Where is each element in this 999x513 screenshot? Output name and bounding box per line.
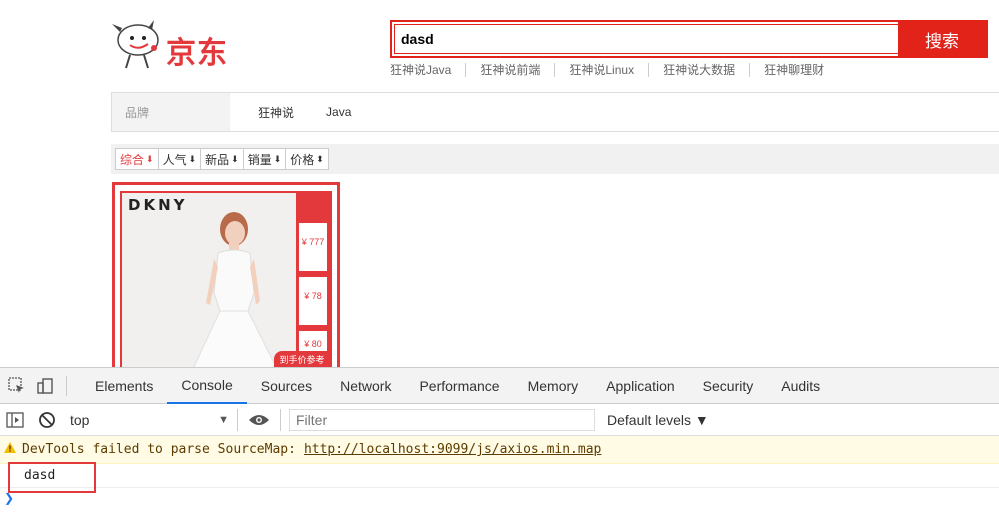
brand-option-java[interactable]: Java [326, 105, 351, 119]
tab-network[interactable]: Network [326, 368, 405, 404]
price-reference-tag: 到手价参考 [274, 351, 330, 367]
context-value: top [70, 411, 90, 428]
jd-logo-text: 京东 [166, 36, 228, 71]
tab-sources[interactable]: Sources [247, 368, 326, 404]
clear-console-icon[interactable] [36, 409, 58, 431]
jd-logo[interactable]: 京东 [108, 18, 248, 71]
sort-popularity[interactable]: 人气 ⬇ [157, 148, 202, 170]
tab-performance[interactable]: Performance [405, 368, 513, 404]
divider [66, 375, 67, 396]
price-box: ¥ 78 [299, 277, 327, 325]
sort-comprehensive[interactable]: 综合 ⬇ [115, 148, 159, 170]
search-box: 搜索 [390, 20, 988, 58]
caret-down-icon: ▼ [218, 413, 229, 426]
console-toolbar: top ▼ Default levels ▼ [0, 404, 999, 436]
context-selector[interactable]: top ▼ [70, 408, 238, 431]
tab-elements[interactable]: Elements [81, 368, 167, 404]
page: 京东 搜索 狂神说Java 狂神说前端 狂神说Linux 狂神说大数据 狂神聊理… [0, 0, 999, 513]
hot-word-link[interactable]: 狂神说Linux [569, 63, 650, 77]
sort-label: 新品 [205, 152, 230, 167]
sort-newest[interactable]: 新品 ⬇ [200, 148, 244, 170]
arrow-down-icon: ⬇ [231, 153, 239, 164]
hot-word-link[interactable]: 狂神说大数据 [663, 63, 751, 77]
hot-words: 狂神说Java 狂神说前端 狂神说Linux 狂神说大数据 狂神聊理财 [390, 63, 852, 77]
log-levels-dropdown[interactable]: Default levels ▼ [607, 412, 709, 428]
hot-word-link[interactable]: 狂神说前端 [480, 63, 556, 77]
show-sidebar-icon[interactable] [4, 409, 26, 431]
tab-audits[interactable]: Audits [767, 368, 834, 404]
sort-price[interactable]: 价格 ⬍ [285, 148, 329, 170]
sourcemap-link[interactable]: http://localhost:9099/js/axios.min.map [304, 442, 601, 457]
console-log-row: dasd [0, 462, 999, 493]
tab-application[interactable]: Application [592, 368, 689, 404]
device-toolbar-icon[interactable] [34, 375, 56, 397]
console-warning-row: DevTools failed to parse SourceMap: http… [0, 436, 999, 464]
hot-word-link[interactable]: 狂神聊理财 [764, 63, 838, 77]
jd-dog-icon [112, 20, 159, 69]
live-expression-icon[interactable] [248, 413, 272, 427]
devtools-panel: Elements Console Sources Network Perform… [0, 367, 999, 513]
tab-security[interactable]: Security [689, 368, 768, 404]
brand-filter-bar: 品牌 狂神说 Java [111, 92, 999, 132]
sort-bar: 综合 ⬇ 人气 ⬇ 新品 ⬇ 销量 ⬇ 价格 ⬍ [111, 144, 999, 174]
highlight-box [8, 462, 96, 493]
product-card[interactable]: DKNY ¥ 777 ¥ 78 ¥ 80 到手价参考 [112, 182, 340, 372]
price-value: ¥ 80 [304, 339, 322, 349]
search-input[interactable] [394, 24, 899, 54]
divider [280, 408, 281, 431]
sort-label: 人气 [162, 152, 187, 167]
tab-memory[interactable]: Memory [514, 368, 593, 404]
inspect-element-icon[interactable] [6, 375, 28, 397]
brand-option-kuangshen[interactable]: 狂神说 [258, 104, 294, 121]
hot-word-link[interactable]: 狂神说Java [390, 63, 467, 77]
search-button[interactable]: 搜索 [898, 22, 986, 56]
sort-label: 价格 [290, 152, 315, 167]
warning-icon [4, 441, 16, 458]
price-value: ¥ 777 [301, 237, 325, 247]
arrow-down-icon: ⬇ [188, 153, 197, 164]
chevron-right-icon: ❯ [4, 491, 15, 505]
arrow-down-icon: ⬇ [146, 153, 154, 164]
price-value: ¥ 78 [304, 291, 322, 301]
brand-filter-label: 品牌 [112, 93, 230, 131]
price-sidebar: ¥ 777 ¥ 78 ¥ 80 [296, 193, 330, 367]
sort-label: 综合 [120, 152, 145, 167]
sort-sales[interactable]: 销量 ⬇ [242, 148, 287, 170]
console-filter-input[interactable] [289, 408, 595, 431]
tab-console[interactable]: Console [167, 368, 247, 404]
devtools-tabbar: Elements Console Sources Network Perform… [0, 368, 999, 404]
price-box: ¥ 777 [299, 223, 327, 271]
warning-message: DevTools failed to parse SourceMap: [22, 442, 296, 457]
console-prompt[interactable]: ❯ [0, 488, 999, 508]
product-image: DKNY ¥ 777 ¥ 78 ¥ 80 到手价参考 [120, 191, 332, 369]
arrow-updown-icon: ⬍ [316, 153, 324, 164]
arrow-down-icon: ⬇ [273, 153, 282, 164]
sort-label: 销量 [247, 152, 272, 167]
